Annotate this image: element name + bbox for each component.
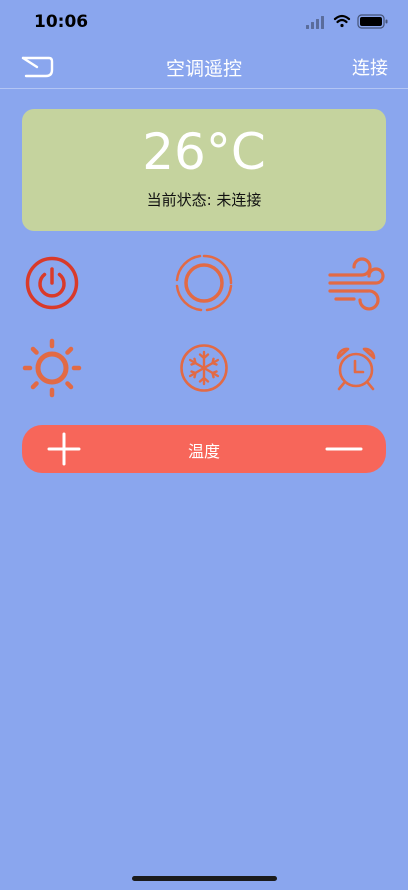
- temperature-value: 26°C: [142, 123, 266, 181]
- home-indicator: [132, 876, 277, 881]
- power-button[interactable]: [20, 251, 84, 315]
- cellular-signal-icon: [306, 16, 324, 29]
- timer-button[interactable]: [324, 336, 388, 400]
- connect-button[interactable]: 连接: [352, 54, 388, 80]
- temperature-control-bar: 温度: [22, 425, 386, 473]
- status-icons: [306, 14, 388, 29]
- wind-button[interactable]: [324, 251, 388, 315]
- battery-icon: [357, 14, 388, 29]
- page-title: 空调遥控: [165, 58, 242, 80]
- heat-button[interactable]: [20, 336, 84, 400]
- nav-bar: 空调遥控 连接: [0, 44, 408, 89]
- alarm-clock-icon: [336, 347, 376, 391]
- status-time: 10:06: [34, 12, 89, 32]
- power-icon: [25, 256, 79, 310]
- temperature-down-button[interactable]: [324, 431, 364, 467]
- wifi-icon: [333, 14, 351, 28]
- snowflake-icon: [180, 344, 228, 392]
- wind-icon: [328, 257, 385, 311]
- connection-status: 当前状态: 未连接: [146, 191, 262, 209]
- mode-ring-icon: [175, 254, 233, 312]
- sun-icon: [22, 338, 82, 398]
- mode-button[interactable]: [172, 251, 236, 315]
- temperature-display-card: 26°C 当前状态: 未连接: [22, 109, 386, 231]
- cool-button[interactable]: [172, 336, 236, 400]
- status-bar: 10:06: [0, 0, 408, 44]
